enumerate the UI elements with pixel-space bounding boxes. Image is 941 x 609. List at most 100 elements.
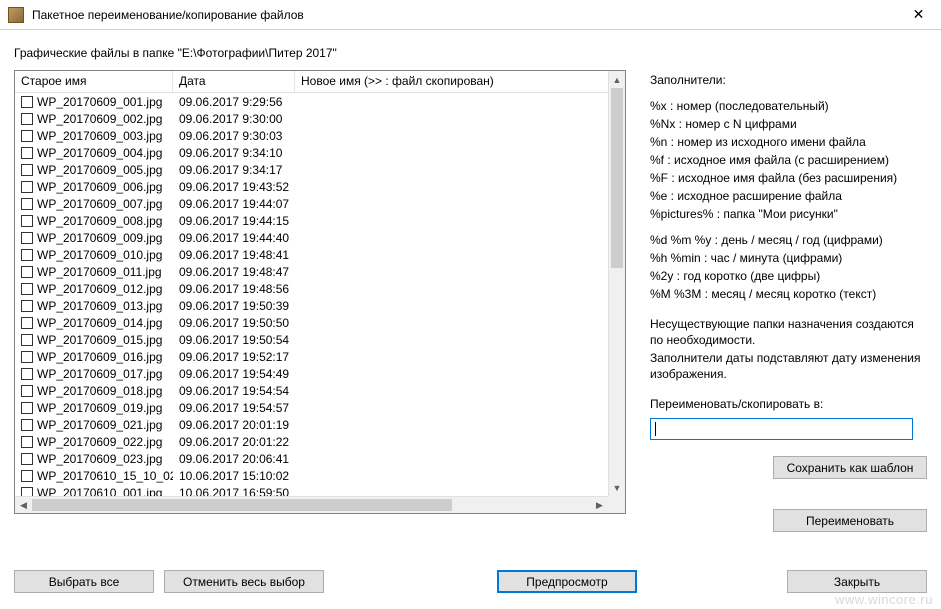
table-row[interactable]: WP_20170609_018.jpg09.06.2017 19:54:54: [15, 382, 608, 399]
col-new-name[interactable]: Новое имя (>> : файл скопирован): [295, 71, 625, 92]
vertical-scrollbar[interactable]: ▲ ▼: [608, 71, 625, 496]
checkbox-icon[interactable]: [21, 436, 33, 448]
checkbox-icon[interactable]: [21, 266, 33, 278]
save-template-button[interactable]: Сохранить как шаблон: [773, 456, 927, 479]
file-date: 09.06.2017 9:29:56: [173, 95, 295, 109]
checkbox-icon[interactable]: [21, 334, 33, 346]
placeholder-help: %Nx : номер с N цифрами: [650, 116, 927, 132]
file-name: WP_20170609_017.jpg: [37, 367, 162, 381]
col-date[interactable]: Дата: [173, 71, 295, 92]
table-row[interactable]: WP_20170609_017.jpg 09.06.2017 19:54:49: [15, 365, 608, 382]
table-row[interactable]: WP_20170609_014.jpg09.06.2017 19:50:50: [15, 314, 608, 331]
table-row[interactable]: WP_20170609_006.jpg09.06.2017 19:43:52: [15, 178, 608, 195]
file-date: 09.06.2017 19:54:57: [173, 401, 295, 415]
app-icon: [8, 7, 24, 23]
deselect-all-button[interactable]: Отменить весь выбор: [164, 570, 324, 593]
file-name: WP_20170609_022.jpg: [37, 435, 162, 449]
checkbox-icon[interactable]: [21, 198, 33, 210]
scroll-corner: [608, 496, 625, 513]
checkbox-icon[interactable]: [21, 487, 33, 497]
checkbox-icon[interactable]: [21, 351, 33, 363]
close-icon[interactable]: ✕: [896, 0, 941, 29]
horizontal-scrollbar[interactable]: ◀ ▶: [15, 496, 608, 513]
hscroll-thumb[interactable]: [32, 499, 452, 511]
table-row[interactable]: WP_20170609_009.jpg 09.06.2017 19:44:40: [15, 229, 608, 246]
rename-button[interactable]: Переименовать: [773, 509, 927, 532]
checkbox-icon[interactable]: [21, 232, 33, 244]
file-name: WP_20170609_014.jpg: [37, 316, 162, 330]
scroll-left-icon[interactable]: ◀: [15, 497, 32, 513]
table-row[interactable]: WP_20170609_022.jpg09.06.2017 20:01:22: [15, 433, 608, 450]
checkbox-icon[interactable]: [21, 164, 33, 176]
checkbox-icon[interactable]: [21, 283, 33, 295]
table-row[interactable]: WP_20170609_012.jpg09.06.2017 19:48:56: [15, 280, 608, 297]
file-name: WP_20170609_011.jpg: [37, 265, 162, 279]
scroll-up-icon[interactable]: ▲: [609, 71, 625, 88]
table-row[interactable]: WP_20170609_001.jpg09.06.2017 9:29:56: [15, 93, 608, 110]
checkbox-icon[interactable]: [21, 453, 33, 465]
placeholder-help: %pictures% : папка "Мои рисунки": [650, 206, 927, 222]
file-name: WP_20170609_015.jpg: [37, 333, 162, 347]
table-row[interactable]: WP_20170609_003.jpg09.06.2017 9:30:03: [15, 127, 608, 144]
table-row[interactable]: WP_20170609_013.jpg09.06.2017 19:50:39: [15, 297, 608, 314]
file-name: WP_20170609_013.jpg: [37, 299, 162, 313]
note-folders: Несуществующие папки назначения создаютс…: [650, 316, 927, 348]
rename-target-input[interactable]: [650, 418, 913, 440]
checkbox-icon[interactable]: [21, 385, 33, 397]
files-table: Старое имя Дата Новое имя (>> : файл ско…: [14, 70, 626, 514]
checkbox-icon[interactable]: [21, 317, 33, 329]
table-row[interactable]: WP_20170609_005.jpg09.06.2017 9:34:17: [15, 161, 608, 178]
table-row[interactable]: WP_20170609_015.jpg 09.06.2017 19:50:54: [15, 331, 608, 348]
checkbox-icon[interactable]: [21, 147, 33, 159]
placeholder-help: %f : исходное имя файла (с расширением): [650, 152, 927, 168]
file-date: 09.06.2017 19:44:15: [173, 214, 295, 228]
scroll-right-icon[interactable]: ▶: [591, 497, 608, 513]
file-date: 09.06.2017 9:30:03: [173, 129, 295, 143]
placeholder-help: %x : номер (последовательный): [650, 98, 927, 114]
placeholder-help: %M %3M : месяц / месяц коротко (текст): [650, 286, 927, 302]
vscroll-thumb[interactable]: [611, 88, 623, 268]
checkbox-icon[interactable]: [21, 419, 33, 431]
placeholder-help: %2y : год коротко (две цифры): [650, 268, 927, 284]
checkbox-icon[interactable]: [21, 96, 33, 108]
file-name: WP_20170609_006.jpg: [37, 180, 162, 194]
table-row[interactable]: WP_20170609_023.jpg09.06.2017 20:06:41: [15, 450, 608, 467]
file-date: 09.06.2017 9:30:00: [173, 112, 295, 126]
table-row[interactable]: WP_20170609_021.jpg09.06.2017 20:01:19: [15, 416, 608, 433]
file-name: WP_20170609_004.jpg: [37, 146, 162, 160]
col-old-name[interactable]: Старое имя: [15, 71, 173, 92]
checkbox-icon[interactable]: [21, 470, 33, 482]
checkbox-icon[interactable]: [21, 215, 33, 227]
checkbox-icon[interactable]: [21, 300, 33, 312]
checkbox-icon[interactable]: [21, 113, 33, 125]
placeholder-help: %n : номер из исходного имени файла: [650, 134, 927, 150]
file-date: 09.06.2017 19:52:17: [173, 350, 295, 364]
table-row[interactable]: WP_20170609_004.jpg09.06.2017 9:34:10: [15, 144, 608, 161]
close-button[interactable]: Закрыть: [787, 570, 927, 593]
checkbox-icon[interactable]: [21, 402, 33, 414]
checkbox-icon[interactable]: [21, 130, 33, 142]
table-row[interactable]: WP_20170610_15_10_02...10.06.2017 15:10:…: [15, 467, 608, 484]
file-date: 09.06.2017 19:48:41: [173, 248, 295, 262]
checkbox-icon[interactable]: [21, 181, 33, 193]
checkbox-icon[interactable]: [21, 368, 33, 380]
file-name: WP_20170609_005.jpg: [37, 163, 162, 177]
select-all-button[interactable]: Выбрать все: [14, 570, 154, 593]
table-row[interactable]: WP_20170609_007.jpg09.06.2017 19:44:07: [15, 195, 608, 212]
file-date: 09.06.2017 19:50:54: [173, 333, 295, 347]
scroll-down-icon[interactable]: ▼: [609, 479, 625, 496]
table-row[interactable]: WP_20170609_008.jpg09.06.2017 19:44:15: [15, 212, 608, 229]
preview-button[interactable]: Предпросмотр: [497, 570, 637, 593]
table-row[interactable]: WP_20170609_016.jpg09.06.2017 19:52:17: [15, 348, 608, 365]
placeholder-help: %F : исходное имя файла (без расширения): [650, 170, 927, 186]
file-name: WP_20170609_009.jpg: [37, 231, 162, 245]
file-date: 09.06.2017 19:54:49: [173, 367, 295, 381]
table-row[interactable]: WP_20170609_019.jpg09.06.2017 19:54:57: [15, 399, 608, 416]
checkbox-icon[interactable]: [21, 249, 33, 261]
table-row[interactable]: WP_20170609_002.jpg09.06.2017 9:30:00: [15, 110, 608, 127]
table-row[interactable]: WP_20170609_010.jpg09.06.2017 19:48:41: [15, 246, 608, 263]
watermark: www.wincore.ru: [835, 592, 933, 607]
table-row[interactable]: WP_20170610_001.jpg10.06.2017 16:59:50: [15, 484, 608, 496]
table-row[interactable]: WP_20170609_011.jpg09.06.2017 19:48:47: [15, 263, 608, 280]
file-date: 09.06.2017 19:44:40: [173, 231, 295, 245]
